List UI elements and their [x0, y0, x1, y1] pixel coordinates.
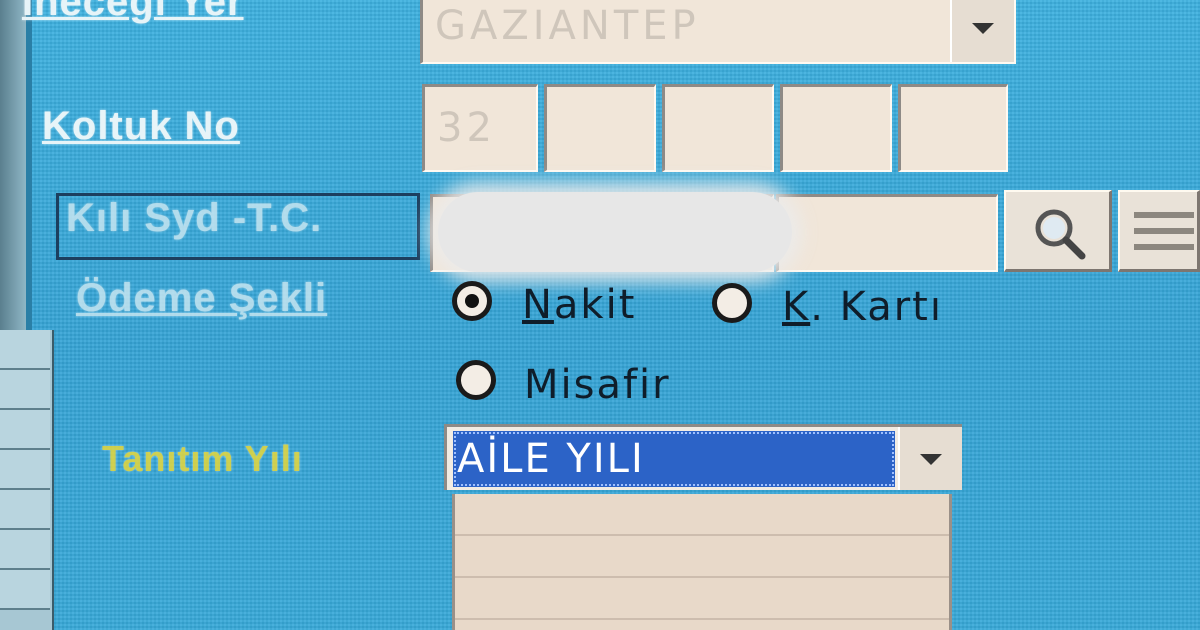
inecegi-yer-dropdown[interactable]: GAZIANTEP — [420, 0, 1016, 64]
side-grid-cell[interactable] — [0, 490, 50, 530]
inecegi-yer-value: GAZIANTEP — [435, 3, 700, 49]
koltuk-no-value-1: 32 — [437, 105, 496, 151]
tanitim-yili-label: Tanıtım Yılı — [102, 438, 303, 479]
nakit-radio[interactable] — [452, 281, 492, 321]
side-grid-cell[interactable] — [0, 530, 50, 570]
koltuk-no-field-4[interactable] — [780, 84, 892, 172]
side-grid — [0, 330, 54, 630]
tc-field-2[interactable] — [776, 194, 998, 272]
side-grid-cell[interactable] — [0, 410, 50, 450]
tanitim-yili-combobox[interactable]: AİLE YILI — [444, 424, 962, 490]
app-window: İneceği Yer GAZIANTEP Koltuk No 32 Kılı … — [0, 0, 1200, 630]
misafir-label[interactable]: Misafir — [524, 362, 671, 408]
k-karti-label-rest: . Kartı — [810, 284, 943, 330]
search-button[interactable] — [1004, 190, 1112, 272]
koltuk-no-field-2[interactable] — [544, 84, 656, 172]
koltuk-no-field-3[interactable] — [662, 84, 774, 172]
k-karti-radio[interactable] — [712, 283, 752, 323]
side-grid-cell[interactable] — [0, 330, 50, 370]
chevron-down-icon[interactable] — [898, 427, 962, 490]
nakit-mnemonic: N — [522, 282, 554, 328]
menu-button[interactable] — [1118, 190, 1200, 272]
koltuk-no-field-1[interactable]: 32 — [422, 84, 538, 172]
k-karti-mnemonic: K — [782, 284, 811, 330]
chevron-down-icon[interactable] — [950, 0, 1014, 62]
redacted-area — [438, 192, 792, 272]
tanitim-yili-list[interactable] — [452, 494, 952, 630]
odeme-sekli-label: Ödeme Şekli — [76, 276, 328, 320]
kili-syd-tc-label: Kılı Syd -T.C. — [66, 196, 323, 240]
koltuk-no-label: Koltuk No — [42, 104, 240, 148]
search-icon — [1035, 209, 1086, 260]
koltuk-no-field-5[interactable] — [898, 84, 1008, 172]
menu-icon — [1134, 212, 1194, 250]
side-grid-cell[interactable] — [0, 370, 50, 410]
k-karti-label[interactable]: K. Kartı — [782, 284, 943, 330]
nakit-label-rest: akit — [553, 282, 637, 328]
misafir-radio[interactable] — [456, 360, 496, 400]
side-grid-cell[interactable] — [0, 570, 50, 610]
list-item[interactable] — [455, 494, 949, 536]
tanitim-yili-selected[interactable]: AİLE YILI — [453, 431, 895, 487]
list-item[interactable] — [455, 578, 949, 620]
side-grid-cell[interactable] — [0, 450, 50, 490]
inecegi-yer-label: İneceği Yer — [22, 0, 244, 24]
list-item[interactable] — [455, 536, 949, 578]
nakit-label[interactable]: Nakit — [522, 282, 636, 328]
